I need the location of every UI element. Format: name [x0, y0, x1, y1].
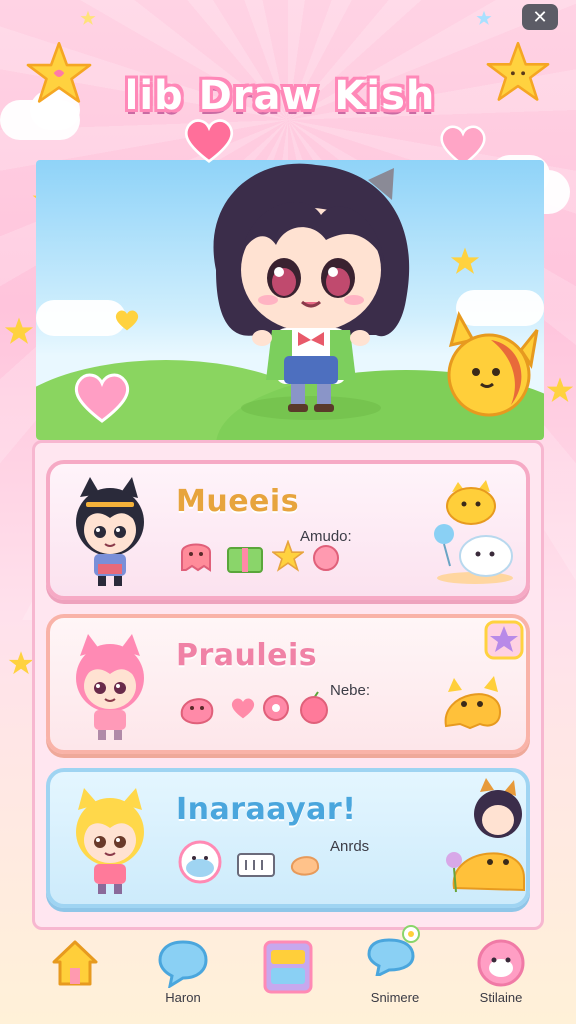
mode-card-2[interactable]: Prauleis Nebe: [46, 614, 530, 754]
star-icon [450, 247, 480, 274]
star-badge-icon [484, 620, 524, 660]
star-icon [486, 41, 550, 101]
card-title: Prauleis [176, 638, 318, 673]
chibi-avatar [76, 477, 144, 586]
nav-haron-button[interactable]: Haron [138, 938, 228, 1018]
cloud-creature-icon [178, 840, 222, 884]
card-title: Mueeis [176, 484, 300, 519]
chibi-avatar [76, 634, 144, 740]
bear-creature-icon [446, 778, 525, 893]
card-subtitle: Nebe: [330, 682, 371, 699]
ticket-icon [237, 853, 275, 877]
nav-snimere-button[interactable]: Snimere [350, 925, 440, 1018]
card-subtitle: Amudo: [300, 528, 352, 545]
app-title-logo: lib Draw Kish [124, 73, 436, 119]
nav-label: Stilaine [479, 990, 523, 1005]
star-icon [80, 10, 96, 25]
nav-label: Haron [165, 990, 201, 1005]
ghost-sticker-icon [181, 543, 211, 572]
gift-box-icon [227, 547, 263, 573]
cookie-icon [291, 856, 319, 876]
hero-scene [36, 160, 544, 440]
heart-icon [74, 373, 130, 423]
close-button[interactable]: ✕ [522, 4, 558, 30]
home-icon [52, 940, 98, 986]
cookie-icon [313, 545, 339, 571]
chibi-avatar [76, 788, 144, 894]
nav-home-button[interactable] [30, 938, 120, 1018]
flower-chat-icon [367, 925, 420, 976]
close-icon: ✕ [532, 6, 548, 28]
card-title: Inaraayar! [176, 792, 357, 827]
nav-label: Snimere [370, 990, 420, 1005]
ghost-creature-icon [434, 524, 513, 584]
blob-creature-icon [446, 480, 496, 525]
blob-sticker-icon [180, 698, 214, 725]
book-icon [263, 940, 313, 994]
star-icon [26, 41, 92, 103]
heart-icon [184, 119, 234, 164]
nav-book-button[interactable] [243, 938, 333, 1018]
hero-character [213, 163, 410, 420]
heart-icon [115, 310, 139, 331]
star-icon [476, 10, 492, 25]
mode-card-3[interactable]: Inaraayar! Anrds [46, 768, 530, 908]
star-icon [8, 651, 34, 675]
nav-stilaine-button[interactable]: Stilaine [456, 938, 546, 1018]
card-subtitle: Anrds [330, 838, 370, 855]
star-sticker-icon [272, 540, 304, 572]
star-icon [4, 317, 34, 344]
flower-sticker-icon [263, 695, 289, 721]
cloud-decoration [36, 300, 126, 336]
ghost-creature-icon [444, 676, 502, 730]
heart-sticker-icon [231, 698, 255, 719]
mascot-creature [447, 311, 539, 417]
apple-icon [300, 691, 328, 724]
mode-card-1[interactable]: Mueeis Amudo: [46, 460, 530, 600]
chat-bubble-icon [158, 940, 208, 988]
star-icon [546, 377, 574, 403]
pig-face-icon [477, 939, 525, 987]
